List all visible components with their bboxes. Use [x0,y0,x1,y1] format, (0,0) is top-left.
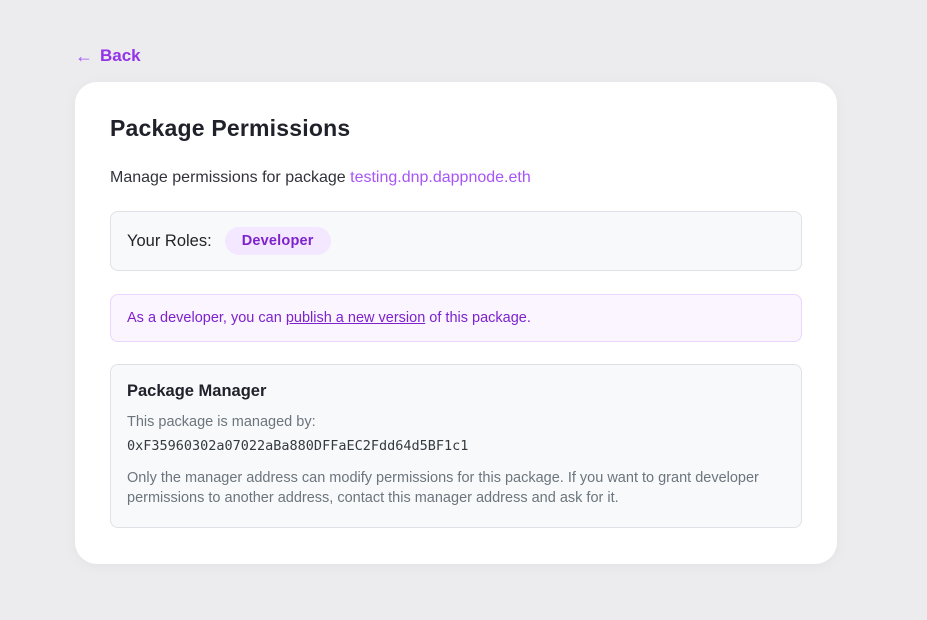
subtitle-text: Manage permissions for package [110,169,350,186]
alert-text-before: As a developer, you can [127,310,286,326]
package-manager-box: Package Manager This package is managed … [110,364,802,528]
subtitle: Manage permissions for package testing.d… [110,169,802,187]
manager-address: 0xF35960302a07022aBa880DFFaEC2Fdd64d5BF1… [127,438,785,454]
managed-by-label: This package is managed by: [127,412,785,432]
alert-text-after: of this package. [425,310,531,326]
page-title: Package Permissions [110,115,802,142]
back-arrow-icon: ← [75,47,93,65]
back-label: Back [100,46,141,66]
developer-info-alert: As a developer, you can publish a new ve… [110,294,802,342]
publish-new-version-link[interactable]: publish a new version [286,310,425,326]
manager-note: Only the manager address can modify perm… [127,468,767,508]
manager-title: Package Manager [127,382,785,401]
back-link[interactable]: ← Back [75,46,141,66]
role-badge-developer: Developer [225,227,331,255]
roles-box: Your Roles: Developer [110,211,802,271]
page: ← Back Package Permissions Manage permis… [0,0,927,564]
package-name-link[interactable]: testing.dnp.dappnode.eth [350,169,531,186]
roles-label: Your Roles: [127,232,212,251]
package-permissions-card: Package Permissions Manage permissions f… [75,82,837,564]
